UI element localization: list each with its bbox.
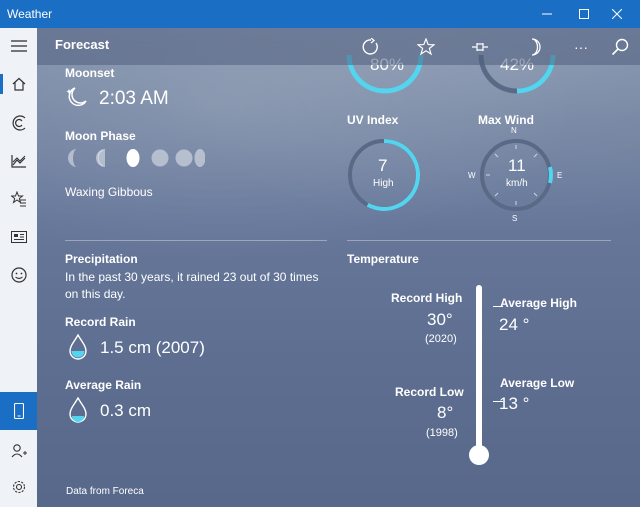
record-rain-value: 1.5 cm (2007) [100, 338, 205, 357]
search-icon [611, 38, 629, 56]
news-icon [10, 231, 27, 243]
nav-life[interactable] [0, 257, 37, 293]
nav-settings[interactable] [0, 469, 37, 505]
favorite-button[interactable] [415, 36, 437, 58]
pin-button[interactable] [469, 36, 491, 58]
home-icon [12, 77, 25, 91]
record-low-year: (1998) [426, 427, 458, 439]
close-icon [612, 9, 622, 19]
refresh-icon [362, 38, 378, 55]
wind-direction-arc [548, 166, 553, 184]
forecast-detail-panel: 80% 42% Forecast ··· Moonset 2:03 AM Moo… [37, 28, 640, 507]
nav-maps[interactable] [0, 105, 37, 141]
moonset-label: Moonset [65, 66, 115, 80]
theme-toggle-button[interactable] [524, 36, 546, 58]
more-options-button[interactable]: ··· [570, 36, 592, 58]
moon-phase-waning-gibbous-icon [194, 149, 205, 167]
uv-index-label: UV Index [347, 113, 399, 127]
moon-icon [531, 38, 541, 56]
record-high-value: 30° [427, 310, 453, 329]
left-navigation [0, 28, 37, 507]
nav-account[interactable] [0, 433, 37, 469]
precipitation-heading: Precipitation [65, 252, 138, 266]
average-low-value: 13 ° [499, 394, 530, 413]
average-low-label: Average Low [500, 376, 575, 390]
minimize-icon [542, 13, 552, 15]
gear-icon [12, 480, 25, 494]
record-rain-label: Record Rain [65, 315, 136, 329]
pin-icon [472, 43, 488, 51]
nav-home[interactable] [0, 66, 37, 102]
uv-index-arc [366, 139, 420, 211]
record-rain-drop-icon [69, 334, 87, 360]
phone-icon [13, 403, 24, 419]
hamburger-icon [10, 40, 27, 52]
temperature-heading: Temperature [347, 252, 419, 266]
search-button[interactable] [609, 36, 631, 58]
data-attribution: Data from Foreca [66, 486, 144, 497]
refresh-button[interactable] [360, 36, 382, 58]
record-low-value: 8° [437, 403, 454, 422]
app-toolbar: Forecast ··· [37, 28, 640, 65]
moon-phase-waning-crescent-icon [68, 149, 77, 167]
maximize-icon [579, 9, 589, 19]
divider-right [347, 240, 611, 241]
moon-phase-last-quarter-icon [96, 149, 105, 167]
favorites-list-icon [10, 191, 26, 207]
record-low-label: Record Low [395, 385, 464, 399]
average-high-value: 24 ° [499, 315, 530, 334]
window-title: Weather [7, 7, 53, 21]
moonset-icon [66, 87, 87, 107]
average-rain-value: 0.3 cm [100, 401, 152, 420]
star-icon [417, 38, 435, 56]
compass-south: S [512, 214, 518, 223]
average-high-label: Average High [500, 296, 577, 310]
thermometer-bar [469, 285, 489, 465]
max-wind-label: Max Wind [478, 113, 534, 127]
moonset-time: 2:03 AM [99, 88, 169, 109]
moon-phase-full-2-icon [175, 149, 193, 167]
chart-icon [10, 155, 26, 168]
uv-index-value: 7 [378, 156, 388, 175]
nav-news[interactable] [0, 219, 37, 255]
title-bar: Weather [0, 0, 640, 28]
divider-left [65, 240, 327, 241]
moon-phase-waxing-gibbous-icon [126, 149, 140, 167]
compass-north: N [511, 126, 517, 135]
moon-phase-name: Waxing Gibbous [65, 185, 153, 199]
uv-index-level: High [373, 178, 394, 189]
max-wind-unit: km/h [506, 178, 528, 189]
compass-east: E [557, 171, 563, 180]
average-rain-label: Average Rain [65, 378, 142, 392]
hamburger-menu-button[interactable] [0, 28, 37, 64]
nav-phone-app[interactable] [0, 392, 37, 430]
smiley-icon [10, 267, 27, 283]
nav-favorites[interactable] [0, 181, 37, 217]
add-user-icon [11, 444, 27, 458]
record-high-label: Record High [391, 291, 463, 305]
moon-phase-label: Moon Phase [65, 129, 136, 143]
moon-phase-full-icon [151, 149, 169, 167]
moon-phase-sequence [68, 149, 205, 167]
close-button[interactable] [594, 0, 640, 28]
nav-historical-weather[interactable] [0, 143, 37, 179]
page-title: Forecast [55, 37, 110, 52]
max-wind-value: 11 [508, 156, 526, 175]
average-rain-drop-icon [69, 397, 87, 423]
precipitation-description-line2: on this day. [65, 287, 126, 301]
compass-west: W [468, 171, 476, 180]
radar-map-icon [12, 115, 25, 131]
record-high-year: (2020) [425, 333, 457, 345]
precipitation-description-line1: In the past 30 years, it rained 23 out o… [65, 270, 319, 284]
